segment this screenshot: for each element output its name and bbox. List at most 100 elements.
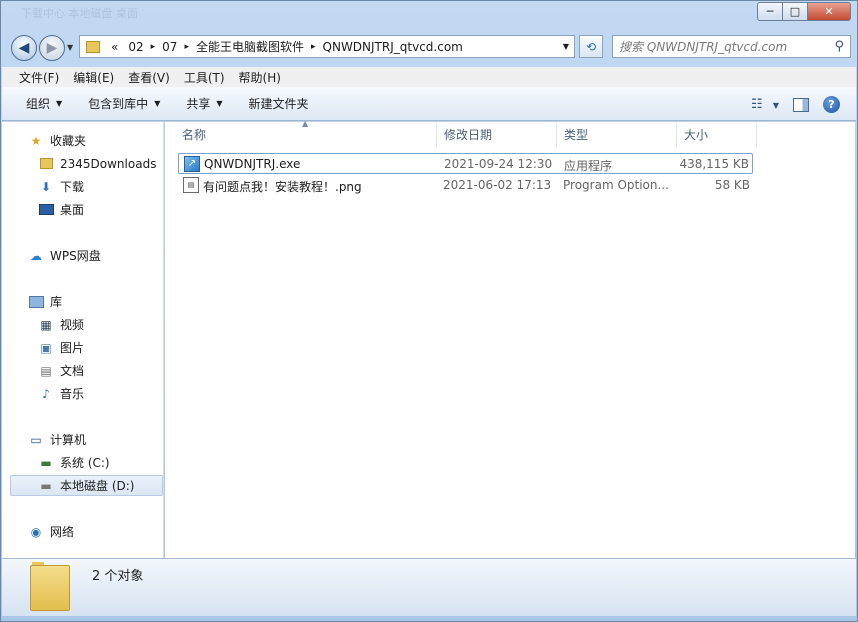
menu-file[interactable]: 文件(F)	[12, 69, 66, 86]
sidebar-favorites[interactable]: ★ 收藏夹	[28, 130, 86, 151]
file-name: QNWDNJTRJ.exe	[204, 157, 301, 171]
new-folder-button[interactable]: 新建文件夹	[241, 95, 317, 112]
sidebar-item-2345downloads[interactable]: 2345Downloads	[38, 153, 156, 174]
sidebar-item-downloads[interactable]: ⬇ 下载	[38, 176, 84, 197]
search-box[interactable]: ⚲	[612, 35, 851, 58]
share-label: 共享	[186, 97, 211, 111]
file-icon-cell: ▤	[183, 176, 199, 193]
column-header-size[interactable]: 大小	[677, 122, 757, 147]
maximize-button[interactable]: □	[783, 2, 808, 21]
chevron-right-icon[interactable]: ▸	[182, 42, 191, 52]
sidebar-label: 图片	[60, 341, 85, 355]
computer-icon: ▭	[30, 432, 42, 447]
breadcrumb-overflow[interactable]: «	[106, 40, 123, 54]
close-button[interactable]: ✕	[808, 2, 851, 21]
download-folder-icon: ⬇	[40, 179, 52, 194]
sidebar-item-documents[interactable]: ▤ 文档	[38, 360, 84, 381]
organize-button[interactable]: 组织 ▼	[18, 95, 70, 112]
exe-icon	[184, 155, 200, 172]
address-bar[interactable]: « 02 ▸ 07 ▸ 全能王电脑截图软件 ▸ QNWDNJTRJ_qtvcd.…	[79, 35, 575, 58]
sidebar-label: 视频	[60, 318, 85, 332]
include-library-label: 包含到库中	[88, 97, 149, 111]
sidebar-item-videos[interactable]: ▦ 视频	[38, 314, 84, 335]
refresh-button[interactable]: ⟲	[579, 35, 603, 58]
sidebar-label: 2345Downloads	[60, 156, 157, 171]
file-date: 2021-09-24 12:30	[444, 157, 553, 171]
music-icon: ♪	[42, 386, 50, 401]
menu-bar: 文件(F) 编辑(E) 查看(V) 工具(T) 帮助(H)	[2, 67, 856, 87]
table-row[interactable]: ▤ 有问题点我！安装教程！.png 2021-06-02 17:13 Progr…	[178, 175, 753, 196]
share-button[interactable]: 共享 ▼	[178, 95, 230, 112]
sidebar-label: WPS网盘	[50, 249, 101, 263]
column-header-name[interactable]: 名称 ▲	[165, 119, 437, 147]
column-label: 大小	[684, 128, 709, 142]
sidebar-label: 计算机	[50, 433, 87, 447]
sidebar-item-music[interactable]: ♪ 音乐	[38, 383, 84, 404]
breadcrumb-current[interactable]: QNWDNJTRJ_qtvcd.com	[318, 40, 468, 54]
address-dropdown-icon[interactable]: ▼	[558, 42, 574, 51]
sidebar-label: 收藏夹	[50, 134, 87, 148]
chevron-right-icon[interactable]: ▸	[309, 42, 318, 52]
sort-ascending-icon: ▲	[302, 119, 309, 128]
column-label: 修改日期	[444, 128, 493, 142]
column-label: 类型	[564, 128, 589, 142]
command-bar: 组织 ▼ 包含到库中 ▼ 共享 ▼ 新建文件夹 ☷ ▼ ?	[2, 87, 856, 121]
sidebar-wps-cloud[interactable]: ☁ WPS网盘	[28, 245, 101, 266]
star-icon: ★	[30, 133, 42, 148]
drive-icon: ▬	[40, 478, 52, 493]
include-library-button[interactable]: 包含到库中 ▼	[80, 95, 168, 112]
column-header-date[interactable]: 修改日期	[437, 122, 557, 147]
history-dropdown-icon[interactable]: ▼	[67, 43, 73, 52]
folder-icon	[38, 156, 54, 172]
table-row[interactable]: QNWDNJTRJ.exe 2021-09-24 12:30 应用程序 438,…	[178, 153, 753, 174]
file-icon-cell	[184, 155, 200, 172]
minimize-button[interactable]: ─	[757, 2, 783, 21]
forward-button[interactable]: ▶	[39, 35, 65, 61]
sidebar-label: 库	[50, 295, 63, 309]
chevron-right-icon[interactable]: ▸	[149, 42, 158, 52]
new-folder-label: 新建文件夹	[248, 97, 309, 111]
breadcrumb-07[interactable]: 07	[157, 40, 182, 54]
menu-help[interactable]: 帮助(H)	[232, 69, 288, 86]
sidebar-computer[interactable]: ▭ 计算机	[28, 429, 86, 450]
sidebar-item-desktop[interactable]: 桌面	[38, 199, 84, 220]
chevron-down-icon: ▼	[154, 99, 161, 108]
item-count: 2 个对象	[92, 569, 144, 584]
toolbar-right: ☷ ▼ ?	[751, 96, 840, 113]
column-header-type[interactable]: 类型	[557, 122, 677, 147]
navigation-bar: ◀ ▶ ▼ « 02 ▸ 07 ▸ 全能王电脑截图软件 ▸ QNWDNJTRJ_…	[9, 33, 851, 61]
organize-label: 组织	[26, 97, 51, 111]
search-icon[interactable]: ⚲	[834, 39, 844, 54]
sidebar-network[interactable]: ◉ 网络	[28, 521, 74, 542]
file-type: 应用程序	[564, 159, 613, 173]
details-pane: 2 个对象	[2, 558, 856, 616]
document-icon: ▤	[40, 363, 52, 378]
menu-view[interactable]: 查看(V)	[121, 69, 177, 86]
sidebar-item-pictures[interactable]: ▣ 图片	[38, 337, 84, 358]
explorer-window: 下载中心 本地磁盘 桌面 ─ □ ✕ ◀ ▶ ▼ « 02 ▸ 07 ▸ 全能王…	[0, 0, 858, 622]
menu-tools[interactable]: 工具(T)	[177, 69, 232, 86]
library-icon	[28, 294, 44, 310]
sidebar-libraries[interactable]: 库	[28, 291, 62, 312]
breadcrumb-software[interactable]: 全能王电脑截图软件	[191, 38, 309, 55]
back-button[interactable]: ◀	[11, 35, 37, 61]
search-input[interactable]	[619, 39, 824, 54]
view-options-icon[interactable]: ☷ ▼	[751, 97, 779, 112]
preview-pane-icon[interactable]	[793, 97, 809, 112]
sidebar-item-drive-d[interactable]: ▬ 本地磁盘 (D:)	[10, 475, 163, 496]
desktop-icon	[38, 202, 54, 218]
chevron-down-icon: ▼	[56, 99, 63, 108]
sidebar-label: 桌面	[60, 203, 85, 217]
sidebar-item-drive-c[interactable]: ▬ 系统 (C:)	[38, 452, 109, 473]
breadcrumb-02[interactable]: 02	[123, 40, 148, 54]
file-list: 名称 ▲ 修改日期 类型 大小 QNWDNJTRJ.exe 2021-09-24…	[165, 119, 855, 558]
system-drive-icon: ▬	[40, 455, 52, 470]
menu-edit[interactable]: 编辑(E)	[66, 69, 121, 86]
chevron-down-icon: ▼	[772, 101, 779, 110]
sidebar-label: 下载	[60, 180, 85, 194]
video-icon: ▦	[40, 317, 52, 332]
help-icon[interactable]: ?	[823, 96, 840, 113]
file-type: Program Option...	[563, 178, 669, 192]
network-icon: ◉	[30, 524, 42, 539]
file-name: 有问题点我！安装教程！.png	[203, 180, 362, 194]
